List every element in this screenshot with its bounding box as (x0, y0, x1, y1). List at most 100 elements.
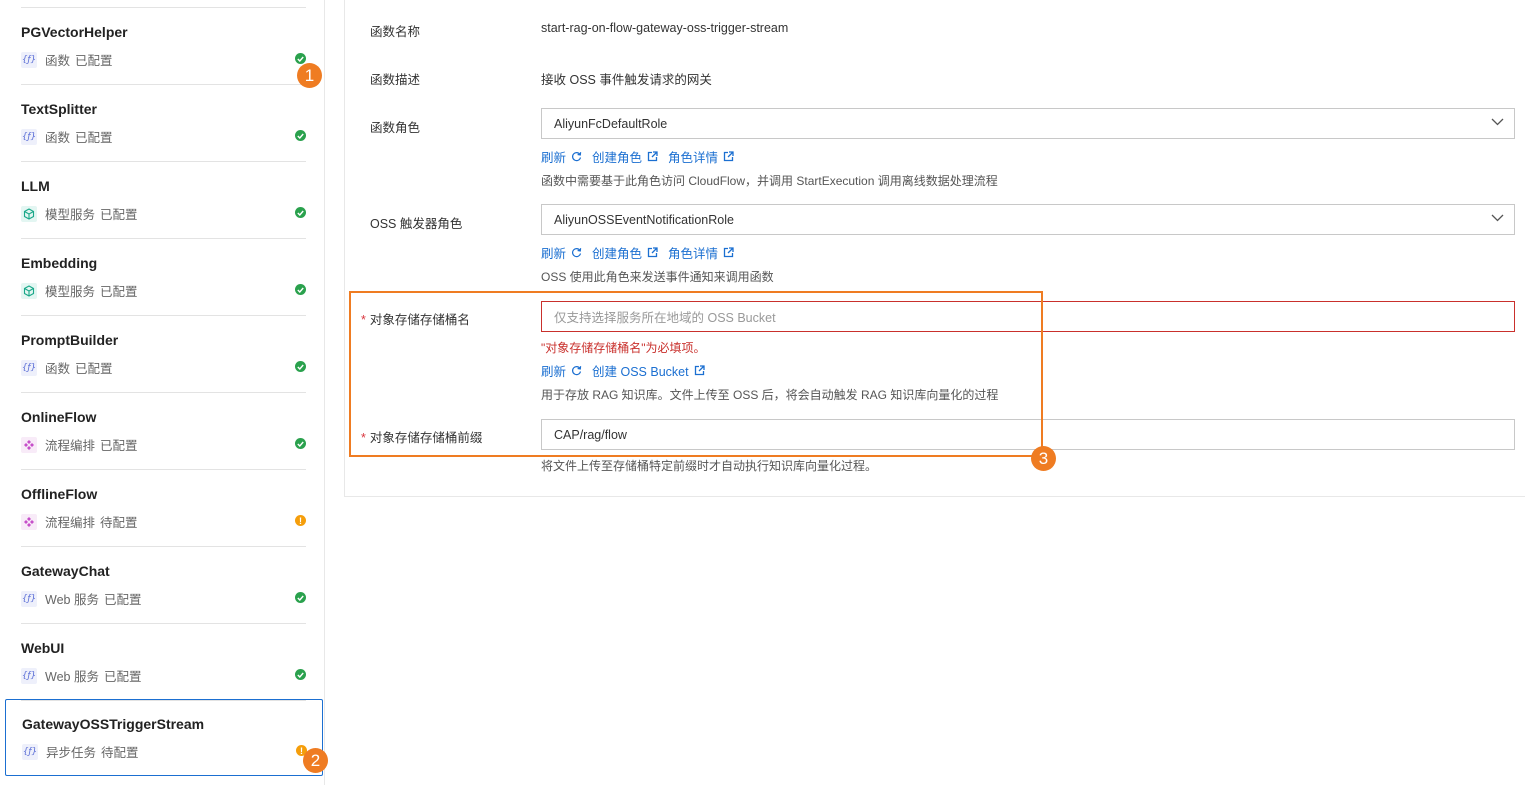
chevron-down-icon (1491, 214, 1504, 222)
sidebar-item-llm[interactable]: LLM 模型服务 已配置 (5, 162, 323, 239)
component-meta: 流程编排 已配置 (21, 435, 138, 454)
component-name: TextSplitter (21, 101, 97, 117)
refresh-label: 刷新 (541, 247, 567, 261)
refresh-icon (572, 248, 582, 258)
component-meta: 流程编排 待配置 (21, 512, 138, 531)
bucket-prefix-hint: 将文件上传至存储桶特定前缀时才自动执行知识库向量化过程。 (541, 459, 878, 473)
sidebar-item-gatewaychat[interactable]: GatewayChat {ƒ} Web 服务 已配置 (5, 547, 323, 624)
check-circle-icon (295, 438, 306, 449)
refresh-icon (572, 152, 582, 162)
flow-icon (21, 436, 37, 453)
function-role-actions: 刷新 创建角色 角色详情 (541, 147, 744, 166)
flow-icon (21, 513, 37, 530)
component-meta: {ƒ} Web 服务 已配置 (21, 589, 141, 608)
sidebar-item-offlineflow[interactable]: OfflineFlow 流程编排 待配置 ! (5, 470, 323, 547)
function-name-value: start-rag-on-flow-gateway-oss-trigger-st… (541, 21, 789, 35)
function-name-label: 函数名称 (370, 25, 421, 39)
component-name: PGVectorHelper (21, 24, 128, 40)
external-link-icon (723, 151, 734, 162)
component-type: 函数 (45, 131, 71, 145)
component-status: 已配置 (100, 208, 138, 222)
external-link-icon (647, 151, 658, 162)
function-desc-label: 函数描述 (370, 73, 421, 87)
oss-trigger-role-label: OSS 触发器角色 (370, 217, 463, 231)
create-role-label: 创建角色 (592, 151, 643, 165)
function-role-selected-value: AliyunFcDefaultRole (554, 116, 668, 131)
component-status: 已配置 (103, 593, 142, 607)
component-type: Web 服务 (45, 593, 99, 607)
component-status: 已配置 (100, 439, 138, 453)
role-details-label: 角色详情 (668, 151, 719, 165)
check-circle-icon (295, 361, 306, 372)
create-role-link[interactable]: 创建角色 (592, 147, 658, 166)
component-meta: {ƒ} 函数 已配置 (21, 358, 113, 377)
function-desc-value: 接收 OSS 事件触发请求的网关 (541, 73, 712, 87)
component-sidebar: PGVectorHelper {ƒ} 函数 已配置 TextSplitter {… (0, 0, 325, 785)
annotation-badge-3: 3 (1031, 446, 1056, 471)
sidebar-item-webui[interactable]: WebUI {ƒ} Web 服务 已配置 (5, 624, 323, 701)
function-role-hint: 函数中需要基于此角色访问 CloudFlow，并调用 StartExecutio… (541, 174, 998, 188)
component-name: OnlineFlow (21, 409, 97, 425)
chevron-down-icon (1491, 118, 1504, 126)
sidebar-item-gatewayosstriggerstream[interactable]: GatewayOSSTriggerStream {ƒ} 异步任务 待配置 ! (5, 699, 323, 776)
function-icon: {ƒ} (21, 359, 37, 376)
component-meta: {ƒ} 函数 已配置 (21, 50, 113, 69)
refresh-roles-button[interactable]: 刷新 (541, 147, 582, 166)
component-meta: {ƒ} Web 服务 已配置 (21, 666, 141, 685)
sidebar-item-promptbuilder[interactable]: PromptBuilder {ƒ} 函数 已配置 (5, 316, 323, 393)
component-status: 已配置 (75, 362, 113, 376)
check-circle-icon (295, 207, 306, 218)
create-oss-role-link[interactable]: 创建角色 (592, 243, 658, 262)
sidebar-item-pgvectorhelper[interactable]: PGVectorHelper {ƒ} 函数 已配置 (5, 8, 323, 85)
component-meta: 模型服务 已配置 (21, 204, 138, 223)
component-name: WebUI (21, 640, 65, 656)
function-icon: {ƒ} (21, 667, 37, 684)
component-status: 待配置 (101, 746, 139, 760)
sidebar-item-textsplitter[interactable]: TextSplitter {ƒ} 函数 已配置 (5, 85, 323, 162)
component-name: GatewayOSSTriggerStream (22, 716, 205, 732)
component-name: GatewayChat (21, 563, 110, 579)
component-type: 流程编排 (45, 516, 96, 530)
function-role-select[interactable]: AliyunFcDefaultRole (541, 108, 1515, 139)
component-type: 模型服务 (45, 208, 96, 222)
create-role-label: 创建角色 (592, 247, 643, 261)
component-meta: {ƒ} 函数 已配置 (21, 127, 113, 146)
component-type: 函数 (45, 362, 71, 376)
component-status: 已配置 (75, 131, 113, 145)
component-type: 模型服务 (45, 285, 96, 299)
annotation-highlight-box (349, 291, 1043, 457)
oss-trigger-role-actions: 刷新 创建角色 角色详情 (541, 243, 744, 262)
oss-role-details-link[interactable]: 角色详情 (668, 243, 734, 262)
check-circle-icon (295, 669, 306, 680)
sidebar-item-onlineflow[interactable]: OnlineFlow 流程编排 已配置 (5, 393, 323, 470)
component-name: PromptBuilder (21, 332, 119, 348)
check-circle-icon (295, 284, 306, 295)
component-meta: {ƒ} 异步任务 待配置 (22, 742, 139, 761)
function-icon: {ƒ} (21, 128, 37, 145)
function-icon: {ƒ} (22, 743, 38, 760)
refresh-label: 刷新 (541, 151, 567, 165)
component-type: 流程编排 (45, 439, 96, 453)
component-meta: 模型服务 已配置 (21, 281, 138, 300)
refresh-oss-roles-button[interactable]: 刷新 (541, 243, 582, 262)
function-role-label: 函数角色 (370, 121, 421, 135)
sidebar-item-embedding[interactable]: Embedding 模型服务 已配置 (5, 239, 323, 316)
warning-icon: ! (295, 515, 306, 526)
oss-trigger-role-selected-value: AliyunOSSEventNotificationRole (554, 212, 734, 227)
function-icon: {ƒ} (21, 51, 37, 68)
role-details-link[interactable]: 角色详情 (668, 147, 734, 166)
cube-icon (21, 205, 37, 222)
annotation-badge-2: 2 (303, 748, 328, 773)
external-link-icon (723, 247, 734, 258)
component-type: Web 服务 (45, 670, 99, 684)
component-status: 待配置 (100, 516, 138, 530)
function-icon: {ƒ} (21, 590, 37, 607)
check-circle-icon (295, 130, 306, 141)
component-name: LLM (21, 178, 50, 194)
component-status: 已配置 (75, 54, 113, 68)
oss-trigger-role-hint: OSS 使用此角色来发送事件通知来调用函数 (541, 270, 774, 284)
component-status: 已配置 (103, 670, 142, 684)
oss-trigger-role-select[interactable]: AliyunOSSEventNotificationRole (541, 204, 1515, 235)
component-status: 已配置 (100, 285, 138, 299)
check-circle-icon (295, 592, 306, 603)
